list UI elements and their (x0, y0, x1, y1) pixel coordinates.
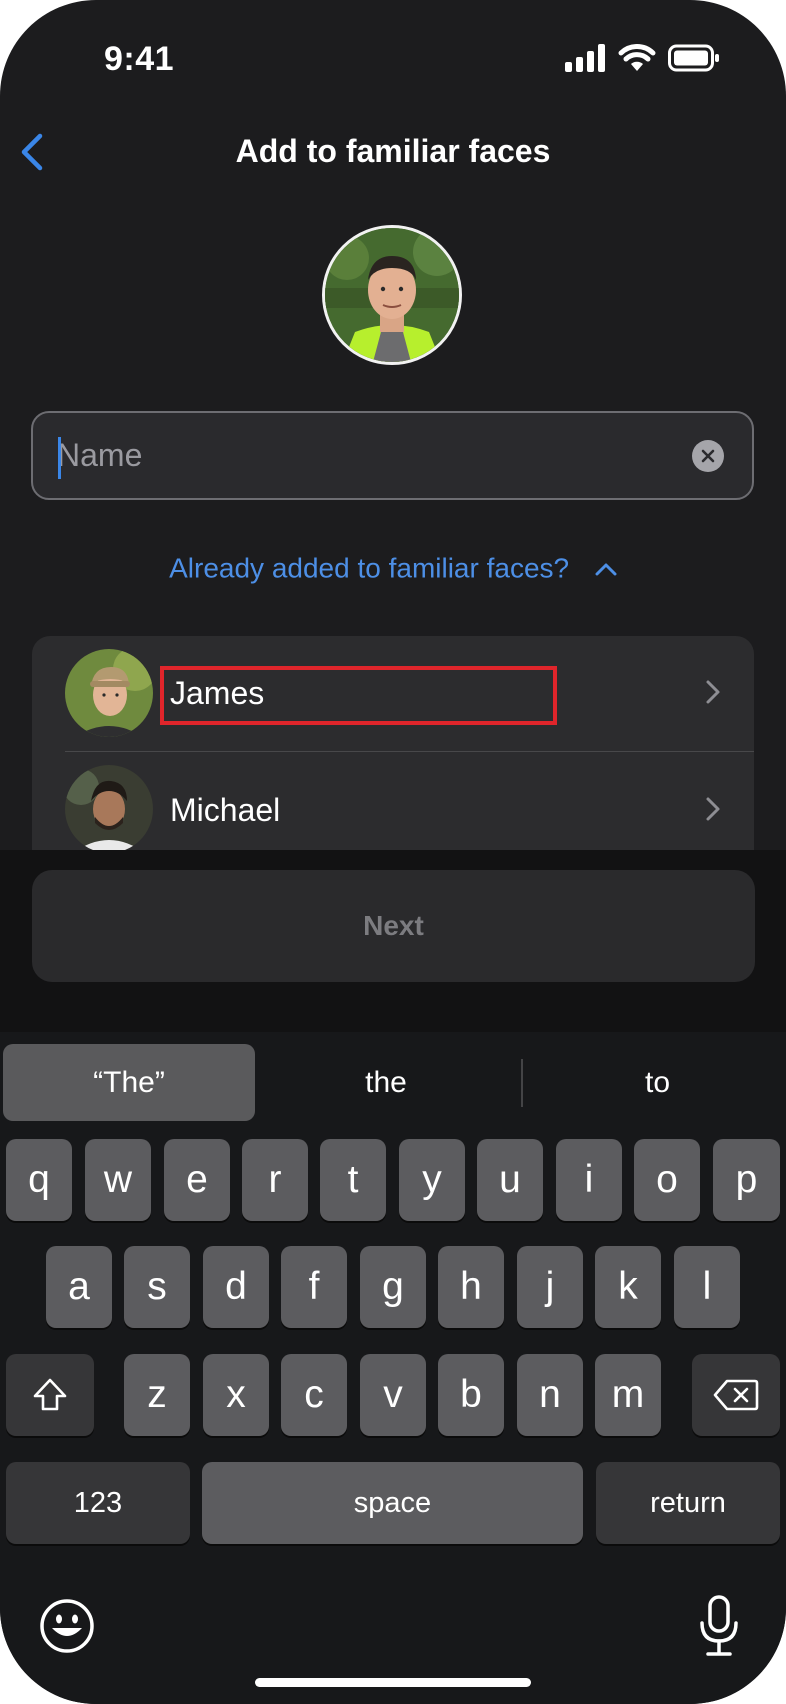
home-indicator[interactable] (255, 1678, 531, 1687)
key-v[interactable]: v (360, 1354, 426, 1436)
text-caret (58, 437, 61, 479)
person-name: Michael (170, 792, 281, 828)
key-n[interactable]: n (517, 1354, 583, 1436)
key-s[interactable]: s (124, 1246, 190, 1328)
shift-icon (33, 1378, 67, 1411)
chevron-right-icon (706, 680, 720, 704)
key-y[interactable]: y (399, 1139, 465, 1221)
cellular-signal-icon (565, 44, 605, 72)
key-q[interactable]: q (6, 1139, 72, 1221)
key-j[interactable]: j (517, 1246, 583, 1328)
phone-screen: 9:41 Add to familiar faces Name Already … (0, 0, 786, 1704)
name-field[interactable] (31, 411, 754, 500)
key-b[interactable]: b (438, 1354, 504, 1436)
avatar (65, 765, 153, 853)
suggestion-1[interactable]: “The” (3, 1044, 255, 1121)
key-i[interactable]: i (556, 1139, 622, 1221)
chevron-right-icon (706, 797, 720, 821)
key-t[interactable]: t (320, 1139, 386, 1221)
backspace-icon (713, 1379, 759, 1411)
battery-icon (668, 44, 719, 72)
key-c[interactable]: c (281, 1354, 347, 1436)
backspace-key[interactable] (692, 1354, 780, 1436)
key-f[interactable]: f (281, 1246, 347, 1328)
clear-button[interactable] (692, 440, 724, 472)
suggestion-3[interactable]: to (530, 1044, 785, 1121)
next-button[interactable]: Next (32, 870, 755, 982)
clear-icon (701, 449, 715, 463)
key-p[interactable]: p (713, 1139, 780, 1221)
microphone-icon[interactable] (697, 1594, 741, 1658)
key-r[interactable]: r (242, 1139, 308, 1221)
key-x[interactable]: x (203, 1354, 269, 1436)
key-w[interactable]: w (85, 1139, 151, 1221)
key-d[interactable]: d (203, 1246, 269, 1328)
key-e[interactable]: e (164, 1139, 230, 1221)
key-u[interactable]: u (477, 1139, 543, 1221)
wifi-icon (618, 44, 656, 71)
highlight-box (160, 666, 557, 725)
key-k[interactable]: k (595, 1246, 661, 1328)
key-g[interactable]: g (360, 1246, 426, 1328)
emoji-icon[interactable] (38, 1597, 96, 1655)
shift-key[interactable] (6, 1354, 94, 1436)
key-h[interactable]: h (438, 1246, 504, 1328)
already-added-toggle[interactable]: Already added to familiar faces? (0, 551, 786, 585)
name-input[interactable] (57, 413, 657, 498)
space-key[interactable]: space (202, 1462, 583, 1544)
key-a[interactable]: a (46, 1246, 112, 1328)
avatar (65, 649, 153, 737)
key-l[interactable]: l (674, 1246, 740, 1328)
suggestion-divider (521, 1059, 523, 1107)
face-avatar (322, 225, 462, 365)
status-time: 9:41 (104, 40, 175, 78)
suggestion-2[interactable]: the (262, 1044, 510, 1121)
key-o[interactable]: o (634, 1139, 700, 1221)
key-m[interactable]: m (595, 1354, 661, 1436)
chevron-up-icon (595, 563, 617, 576)
already-added-label: Already added to familiar faces? (169, 552, 570, 584)
numbers-key[interactable]: 123 (6, 1462, 190, 1544)
page-title: Add to familiar faces (235, 133, 551, 169)
return-key[interactable]: return (596, 1462, 780, 1544)
key-z[interactable]: z (124, 1354, 190, 1436)
